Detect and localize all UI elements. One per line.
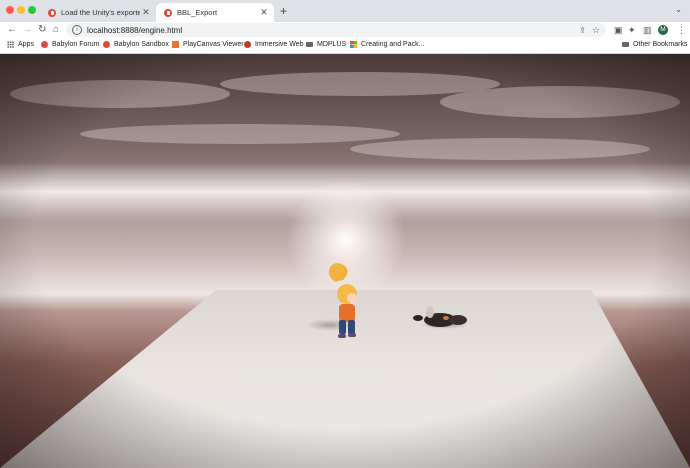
bookmark-label: MDPLUS	[317, 41, 347, 48]
babylon-icon	[164, 8, 172, 17]
bookmark-label: Immersive Web	[255, 41, 304, 48]
bookmarks-bar: Apps Babylon Forum Babylon Sandbox PlayC…	[0, 38, 690, 54]
bookmark-playcanvas-viewer[interactable]: PlayCanvas Viewer	[172, 41, 244, 48]
home-icon[interactable]: ⌂	[53, 24, 59, 36]
menu-icon[interactable]: ⋮	[677, 24, 686, 36]
bookmark-mdplus[interactable]: MDPLUS	[306, 41, 346, 48]
avatar[interactable]: M	[658, 25, 668, 35]
forward-button[interactable]: →	[22, 24, 32, 36]
close-window-button[interactable]	[6, 6, 14, 14]
bookmark-label: Babylon Sandbox	[114, 41, 169, 48]
bookmark-label: Other Bookmarks	[633, 41, 688, 48]
babylon-canvas[interactable]	[0, 54, 690, 468]
vignette	[0, 54, 690, 468]
scene-render	[0, 54, 690, 468]
url-text: localhost:8888/engine.html	[87, 25, 183, 35]
new-tab-button[interactable]: +	[280, 4, 287, 18]
close-tab-icon[interactable]: ✕	[140, 7, 152, 18]
close-tab-icon[interactable]: ✕	[258, 7, 270, 18]
reload-button[interactable]: ↻	[38, 24, 46, 36]
bookmark-label: Creating and Pack...	[361, 41, 425, 48]
side-panel-icon[interactable]: ▥	[643, 24, 652, 36]
back-button[interactable]: ←	[7, 24, 17, 36]
other-bookmarks[interactable]: Other Bookmarks	[622, 41, 687, 48]
bookmark-creating-and-pack[interactable]: Creating and Pack...	[350, 41, 424, 48]
bookmark-apps[interactable]: Apps	[7, 41, 34, 48]
tab-title: BBL_Export	[177, 8, 218, 17]
apps-grid-icon	[7, 41, 14, 48]
tab-title: Load the Unity's exported sce	[61, 8, 140, 17]
address-bar[interactable]: i localhost:8888/engine.html ⇪ ☆	[66, 23, 606, 37]
share-icon[interactable]: ⇪	[579, 26, 586, 35]
bookmark-immersive-web[interactable]: Immersive Web	[244, 41, 304, 48]
toolbar: ← → ↻ ⌂ i localhost:8888/engine.html ⇪ ☆…	[0, 22, 690, 38]
site-info-icon[interactable]: i	[72, 25, 82, 35]
immersive-web-icon	[244, 41, 251, 48]
tab-unity-export[interactable]: Load the Unity's exported sce ✕	[40, 3, 156, 22]
playcanvas-icon	[172, 41, 179, 48]
chevron-down-icon[interactable]: ⌄	[675, 5, 682, 14]
folder-icon	[622, 42, 629, 47]
maximize-window-button[interactable]	[28, 6, 36, 14]
microsoft-icon	[350, 41, 357, 48]
babylon-icon	[103, 41, 110, 48]
cast-icon[interactable]: ▣	[614, 24, 623, 36]
extensions-icon[interactable]: ✦	[628, 24, 636, 36]
bookmark-star-icon[interactable]: ☆	[592, 25, 600, 36]
minimize-window-button[interactable]	[17, 6, 25, 14]
babylon-icon	[41, 41, 48, 48]
folder-icon	[306, 42, 313, 47]
tab-bbl-export[interactable]: BBL_Export ✕	[156, 3, 274, 22]
bookmark-label: Babylon Forum	[52, 41, 100, 48]
bookmark-label: PlayCanvas Viewer	[183, 41, 244, 48]
bookmark-label: Apps	[18, 41, 34, 48]
babylon-icon	[48, 8, 56, 17]
tab-strip: Load the Unity's exported sce ✕ BBL_Expo…	[0, 0, 690, 22]
bookmark-babylon-forum[interactable]: Babylon Forum	[41, 41, 99, 48]
bookmark-babylon-sandbox[interactable]: Babylon Sandbox	[103, 41, 169, 48]
